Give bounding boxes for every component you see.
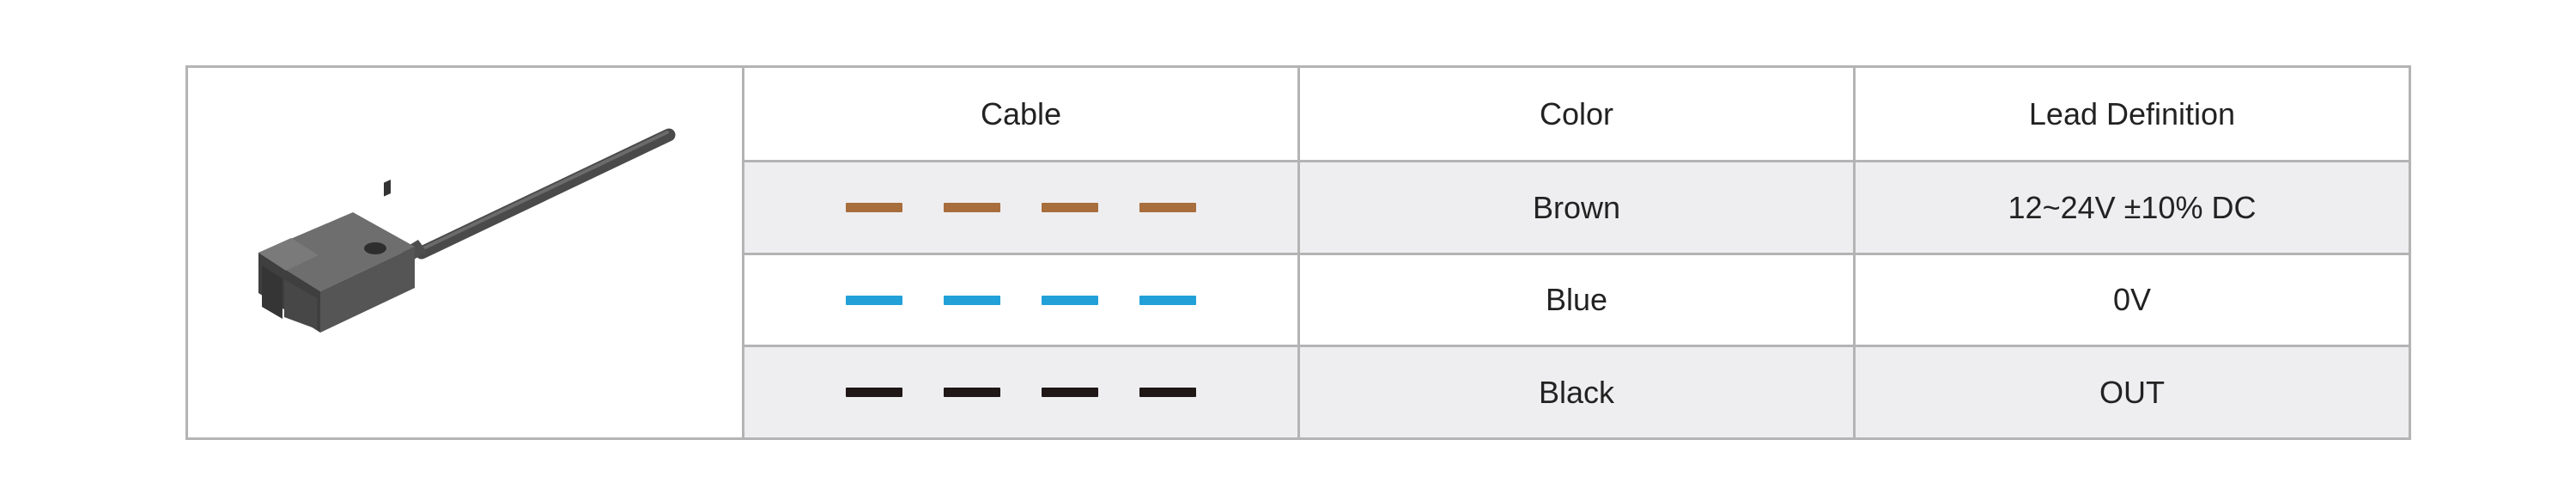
- color-name: Black: [1297, 345, 1853, 437]
- cable-dash: [1042, 295, 1098, 305]
- cable-dash: [1139, 203, 1196, 212]
- lead-definition: OUT: [1853, 345, 2409, 437]
- color-name: Blue: [1297, 253, 1853, 345]
- cable-dash: [944, 295, 1000, 305]
- wiring-table: Cable Color Lead Definition Brown 12~24V…: [185, 65, 2411, 440]
- cable-dashes: [846, 388, 1196, 397]
- cable-swatch-blue: [742, 253, 1297, 345]
- cable-swatch-brown: [742, 160, 1297, 253]
- proximity-sensor-icon: [258, 128, 676, 333]
- header-lead-definition: Lead Definition: [1853, 68, 2409, 160]
- product-image-cell: [188, 68, 742, 437]
- header-cable: Cable: [742, 68, 1297, 160]
- cable-dash: [1139, 388, 1196, 397]
- cable-dash: [1042, 203, 1098, 212]
- cable-dash: [944, 388, 1000, 397]
- cable-dashes: [846, 295, 1196, 305]
- cable-dashes: [846, 203, 1196, 212]
- header-color: Color: [1297, 68, 1853, 160]
- cable-dash: [944, 203, 1000, 212]
- cable-dash: [1042, 388, 1098, 397]
- cable-dash: [1139, 295, 1196, 305]
- lead-definition: 12~24V ±10% DC: [1853, 160, 2409, 253]
- cable-swatch-black: [742, 345, 1297, 437]
- cable-dash: [846, 388, 902, 397]
- cable-dash: [846, 295, 902, 305]
- cable-dash: [846, 203, 902, 212]
- color-name: Brown: [1297, 160, 1853, 253]
- lead-definition: 0V: [1853, 253, 2409, 345]
